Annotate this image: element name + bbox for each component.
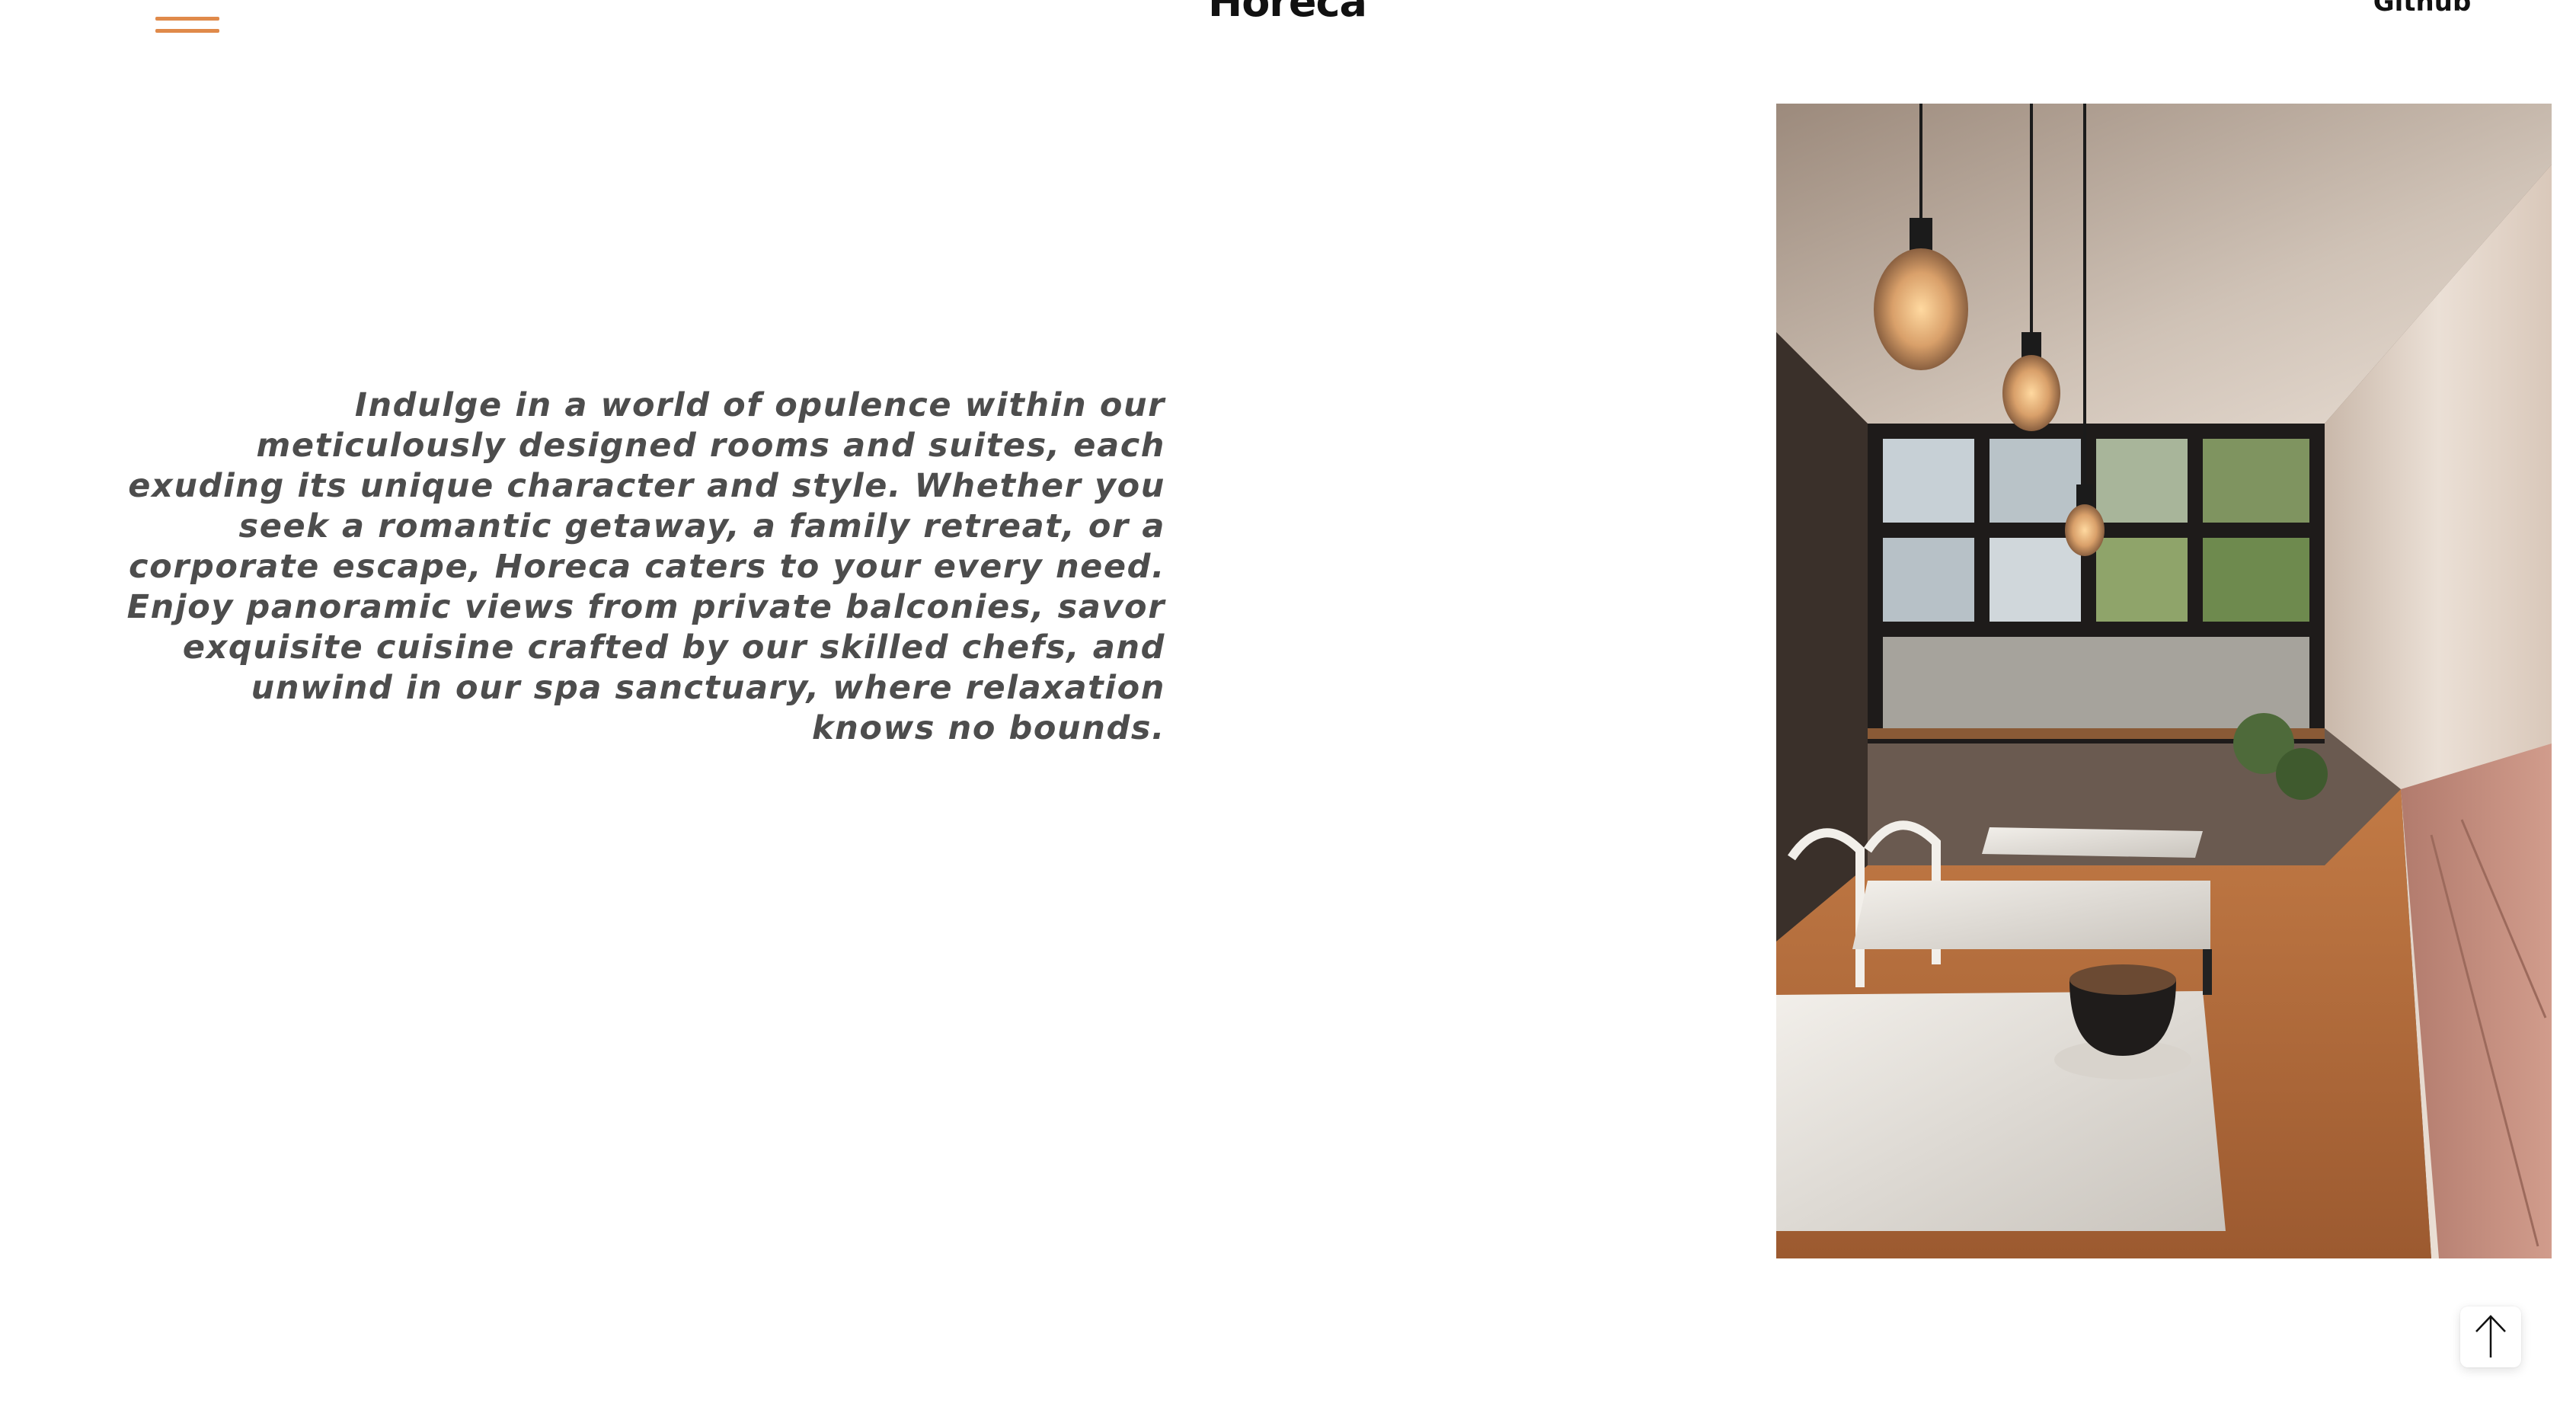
menu-icon-bar [155, 29, 219, 33]
back-to-top-button[interactable] [2460, 1306, 2521, 1367]
brand-logo[interactable]: Horeca [1181, 0, 1394, 23]
github-link[interactable]: Github [2361, 0, 2483, 15]
intro-paragraph: Indulge in a world of opulence within ou… [126, 386, 1165, 747]
menu-icon [155, 17, 219, 21]
cafe-interior-photo [1776, 104, 2552, 1258]
arrow-up-icon [2473, 1313, 2508, 1361]
menu-toggle-button[interactable] [155, 14, 219, 35]
